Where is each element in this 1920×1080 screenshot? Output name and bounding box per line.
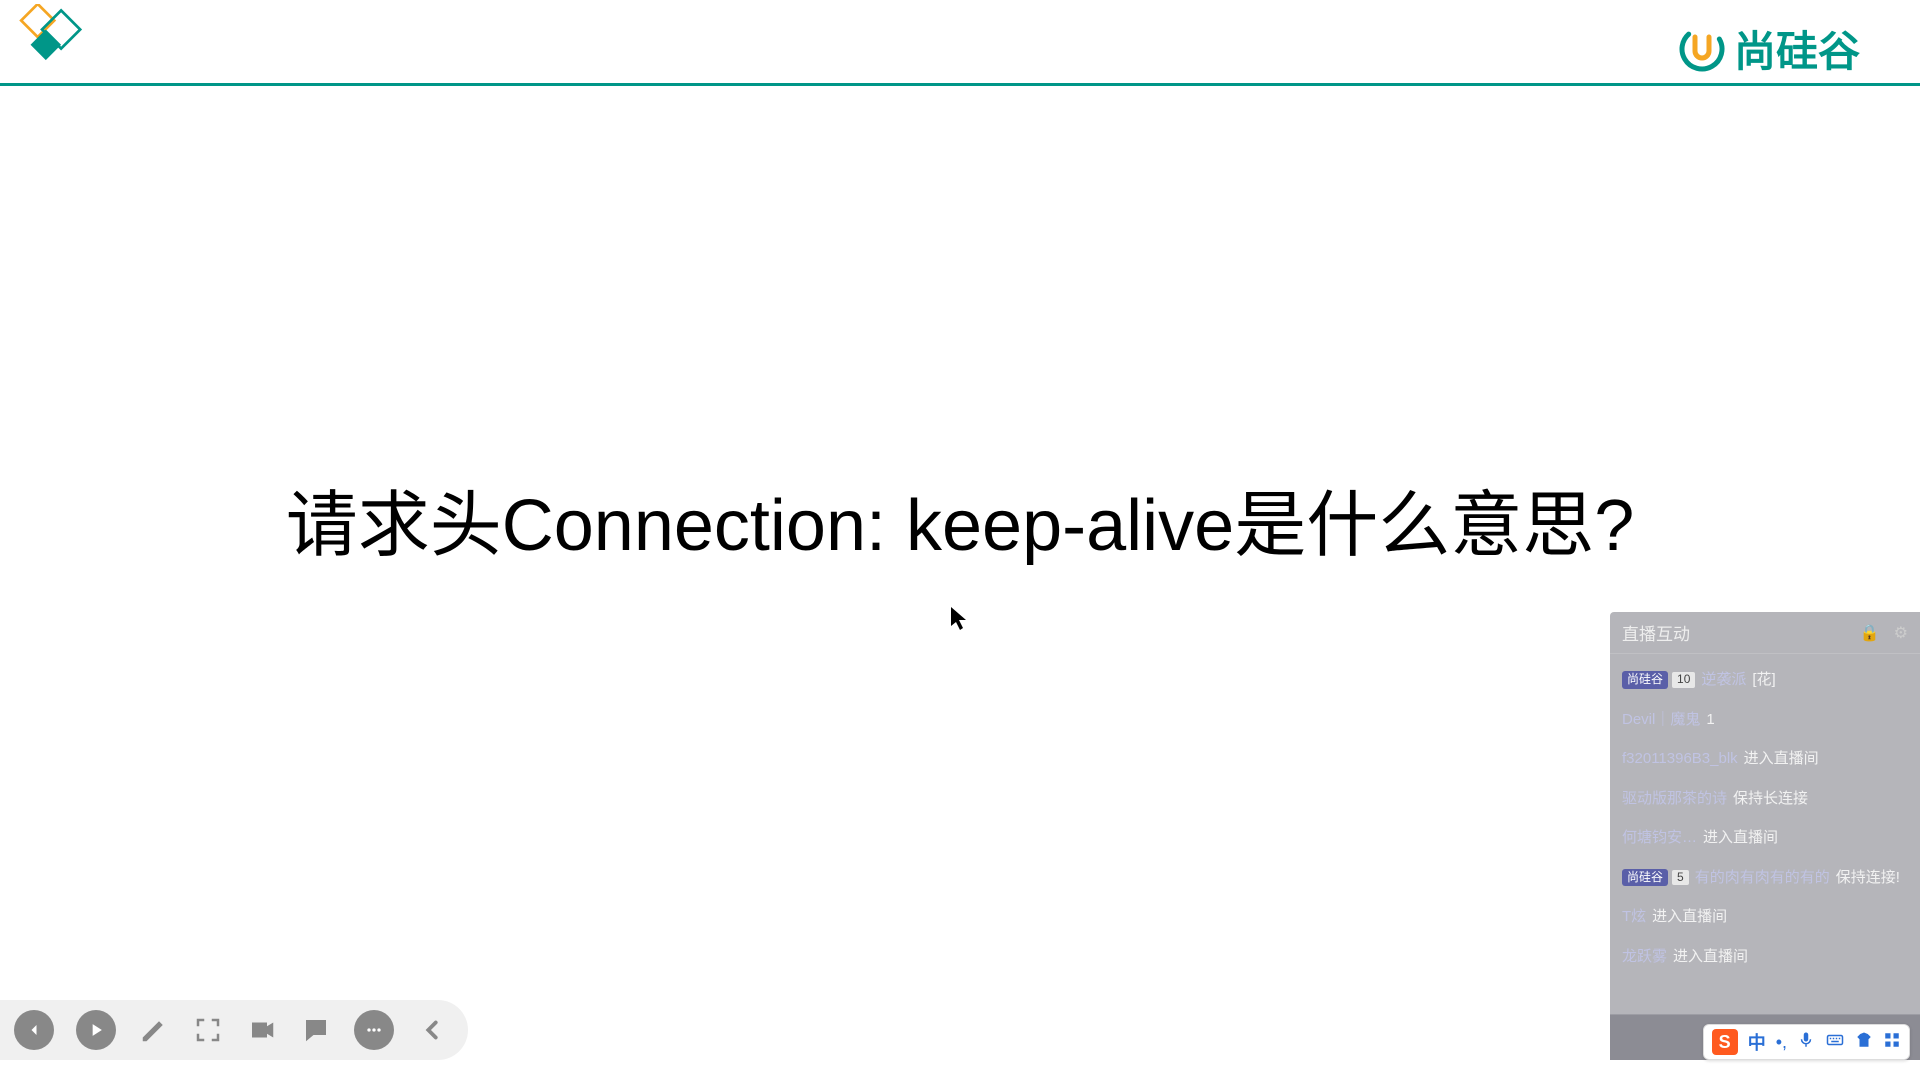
chat-title: 直播互动 <box>1622 620 1690 645</box>
chat-message: 何塘钧安…进入直播间 <box>1620 818 1910 858</box>
chat-header: 直播互动 🔒 ⚙ <box>1610 612 1920 654</box>
ime-lang-toggle[interactable]: 中 <box>1748 1029 1766 1055</box>
chat-message: 尚硅谷5有的肉有肉有的有的保持连接! <box>1620 858 1910 898</box>
chat-message: 尚硅谷10逆袭派[花] <box>1620 660 1910 700</box>
keyboard-icon[interactable] <box>1825 1031 1845 1054</box>
chat-message: 驱动版那茶的诗保持长连接 <box>1620 779 1910 819</box>
cursor-icon <box>950 606 968 639</box>
more-button[interactable] <box>354 1010 394 1050</box>
camera-icon[interactable] <box>246 1014 278 1046</box>
slide-header: 尚硅谷 <box>0 0 1920 86</box>
chat-message: T炫进入直播间 <box>1620 897 1910 937</box>
chat-message-list[interactable]: 尚硅谷10逆袭派[花]Devil｜魔鬼1f32011396B3_blk进入直播间… <box>1610 654 1920 1014</box>
play-button[interactable] <box>76 1010 116 1050</box>
presentation-toolbar <box>0 1000 468 1060</box>
lock-icon[interactable]: 🔒 <box>1860 623 1880 643</box>
chat-message: 龙跃雾进入直播间 <box>1620 937 1910 977</box>
chat-icon[interactable] <box>300 1014 332 1046</box>
collapse-icon[interactable] <box>416 1014 448 1046</box>
deco-diamonds-icon <box>8 4 98 69</box>
gear-icon[interactable]: ⚙ <box>1894 623 1908 643</box>
ime-toolbar: S 中 •, <box>1703 1024 1910 1060</box>
mic-icon[interactable] <box>1797 1031 1815 1054</box>
grid-icon[interactable] <box>1883 1031 1901 1054</box>
chat-message: Devil｜魔鬼1 <box>1620 700 1910 740</box>
skin-icon[interactable] <box>1855 1031 1873 1054</box>
live-chat-panel: 直播互动 🔒 ⚙ 尚硅谷10逆袭派[花]Devil｜魔鬼1f32011396B3… <box>1610 612 1920 1060</box>
brand-area: 尚硅谷 <box>1678 18 1860 79</box>
brand-u-icon <box>1678 25 1726 73</box>
ime-logo-icon[interactable]: S <box>1712 1029 1738 1055</box>
focus-icon[interactable] <box>192 1014 224 1046</box>
brand-text: 尚硅谷 <box>1734 18 1860 79</box>
pen-icon[interactable] <box>138 1014 170 1046</box>
prev-button[interactable] <box>14 1010 54 1050</box>
ime-punct-toggle[interactable]: •, <box>1776 1032 1787 1053</box>
chat-message: f32011396B3_blk进入直播间 <box>1620 739 1910 779</box>
slide-question-text: 请求头Connection: keep-alive是什么意思? <box>286 466 1635 571</box>
